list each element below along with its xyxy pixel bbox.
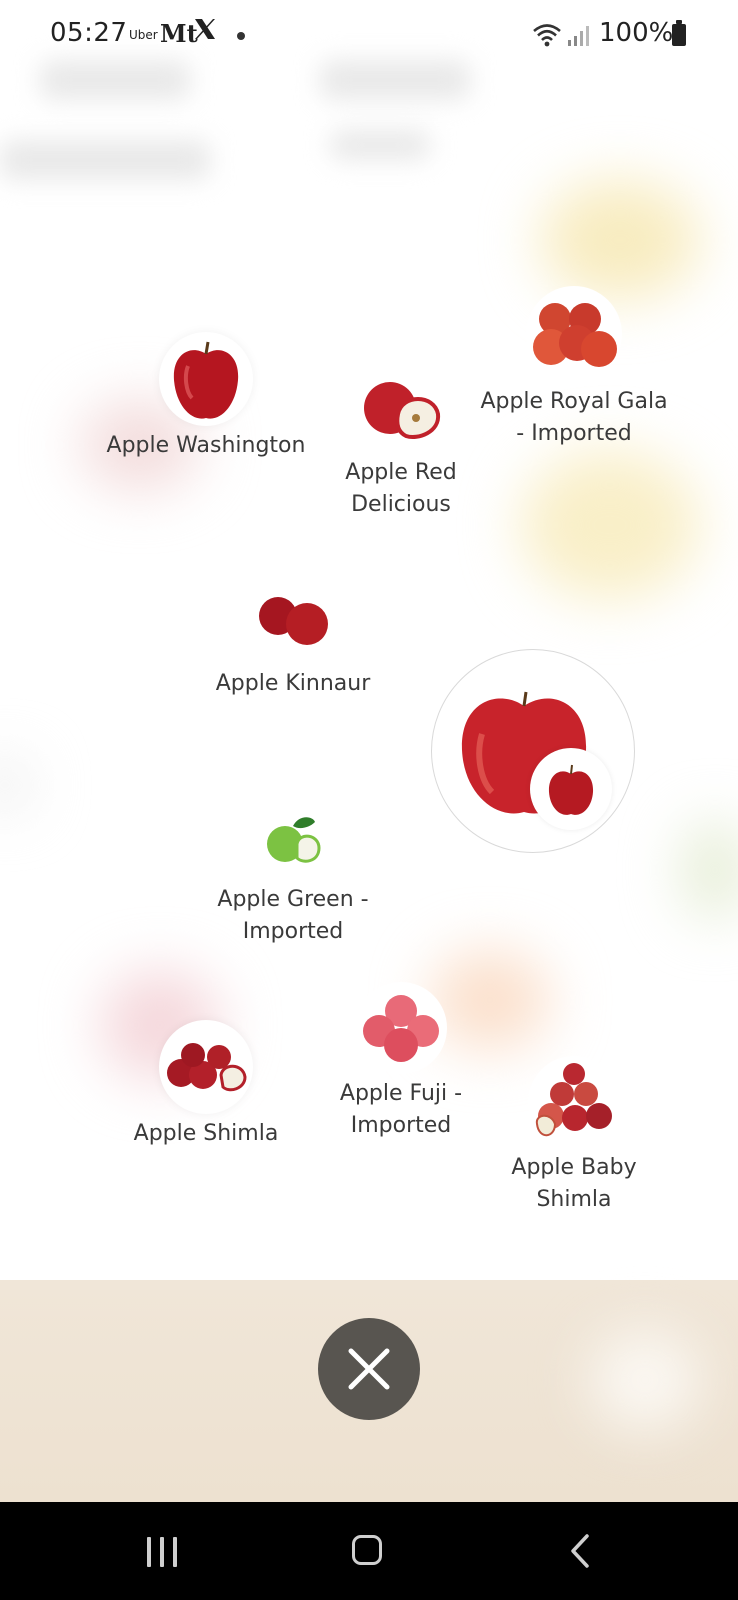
blurred-food <box>0 760 30 810</box>
back-icon[interactable] <box>565 1533 595 1569</box>
product-label: Apple Washington <box>106 433 306 458</box>
more-notifications-dot <box>237 32 245 40</box>
product-apple-royal-gala[interactable]: Apple Royal Gala - Imported <box>474 286 674 450</box>
product-apple-shimla[interactable]: Apple Shimla <box>106 1020 306 1150</box>
recents-icon[interactable] <box>147 1537 179 1567</box>
signal-icon <box>566 24 590 48</box>
featured-apple-thumbnail <box>530 748 612 830</box>
close-icon <box>348 1348 390 1390</box>
blurred-bar <box>0 140 210 180</box>
apple-red-delicious-image <box>357 365 445 453</box>
blurred-food <box>680 820 738 920</box>
status-time: 05:27 <box>50 18 128 48</box>
product-apple-fuji[interactable]: Apple Fuji - Imported <box>301 982 501 1142</box>
product-label: Apple Royal Gala - Imported <box>480 389 668 446</box>
apple-baby-shimla-image <box>528 1056 620 1148</box>
product-apple-washington[interactable]: Apple Washington <box>106 332 306 462</box>
close-button[interactable] <box>318 1318 420 1420</box>
mt-notification-icon: Mt <box>160 19 198 48</box>
apple-washington-image <box>159 332 253 426</box>
blurred-button <box>590 1330 700 1430</box>
blurred-food <box>540 180 700 300</box>
home-icon[interactable] <box>352 1535 382 1565</box>
battery-icon <box>672 20 686 46</box>
apple-royal-gala-image <box>526 286 622 382</box>
product-label: Apple Green - Imported <box>217 887 369 944</box>
wifi-icon <box>532 22 562 48</box>
apple-fuji-image <box>355 982 447 1074</box>
apple-green-image <box>253 800 333 880</box>
blurred-food <box>520 450 700 600</box>
status-bar: 05:27 Uber Mt 100% <box>0 0 738 72</box>
product-apple-baby-shimla[interactable]: Apple Baby Shimla <box>474 1056 674 1216</box>
apple-kinnaur-image <box>249 576 337 664</box>
x-notification-icon <box>193 15 217 48</box>
product-apple-green[interactable]: Apple Green - Imported <box>193 800 393 948</box>
product-apple-red-delicious[interactable]: Apple Red Delicious <box>301 365 501 521</box>
product-apple-kinnaur[interactable]: Apple Kinnaur <box>193 576 393 700</box>
uber-notification-icon: Uber <box>129 28 158 42</box>
apple-shimla-image <box>159 1020 253 1114</box>
product-label: Apple Kinnaur <box>215 671 371 696</box>
battery-percent: 100% <box>599 18 674 48</box>
featured-product-bubble[interactable] <box>431 649 635 853</box>
blurred-bar <box>330 130 430 160</box>
product-label: Apple Fuji - Imported <box>339 1081 463 1138</box>
product-label: Apple Red Delicious <box>345 460 457 517</box>
product-label: Apple Shimla <box>133 1121 279 1146</box>
product-label: Apple Baby Shimla <box>511 1155 637 1212</box>
navigation-bar <box>0 1502 738 1600</box>
